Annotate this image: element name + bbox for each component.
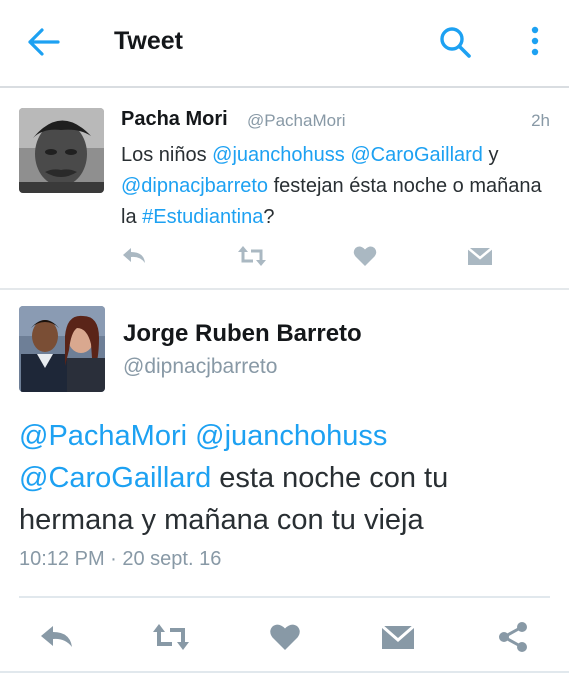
reply-button[interactable] xyxy=(120,243,148,274)
page-title: Tweet xyxy=(114,27,183,55)
divider xyxy=(19,596,550,598)
parent-action-bar xyxy=(0,243,569,273)
like-icon xyxy=(270,624,300,650)
hashtag-link[interactable]: #Estudiantina xyxy=(142,206,263,228)
tweet-text: Los niños @juanchohuss @CaroGaillard y @… xyxy=(121,140,551,233)
tweet-time: 2h xyxy=(531,111,550,130)
search-icon xyxy=(440,27,471,58)
avatar[interactable] xyxy=(19,306,105,392)
text-segment: ? xyxy=(263,206,275,228)
dm-icon xyxy=(467,247,493,265)
tweet-detail-screen: Tweet Pacha Mori @PachaMori 2h Los niños… xyxy=(0,0,569,675)
more-options-button[interactable] xyxy=(524,24,546,60)
retweet-button[interactable] xyxy=(236,243,268,274)
author-handle[interactable]: @dipnacjbarreto xyxy=(123,355,277,379)
mention-link[interactable]: @dipnacjbarreto xyxy=(121,175,268,197)
retweet-icon xyxy=(153,624,189,650)
back-button[interactable] xyxy=(26,26,62,58)
text-segment: Los niños xyxy=(121,144,213,166)
like-button[interactable] xyxy=(352,243,378,274)
search-button[interactable] xyxy=(438,25,472,59)
text-segment: y xyxy=(482,144,499,166)
arrow-left-icon xyxy=(28,28,60,56)
mention-link[interactable]: @CaroGaillard xyxy=(350,144,483,166)
retweet-button[interactable] xyxy=(150,620,192,659)
mention-link[interactable]: @juanchohuss xyxy=(195,420,387,452)
direct-message-button[interactable] xyxy=(466,243,494,274)
app-header: Tweet xyxy=(0,0,569,88)
dm-icon xyxy=(381,624,415,649)
author-name[interactable]: Jorge Ruben Barreto xyxy=(123,320,362,348)
direct-message-button[interactable] xyxy=(380,620,416,659)
share-button[interactable] xyxy=(496,620,530,659)
like-button[interactable] xyxy=(268,620,302,659)
focused-tweet: Jorge Ruben Barreto @dipnacjbarreto @Pac… xyxy=(0,290,569,675)
more-vertical-icon xyxy=(531,26,539,56)
reply-icon xyxy=(123,248,145,263)
mention-link[interactable]: @PachaMori xyxy=(19,420,187,452)
parent-tweet[interactable]: Pacha Mori @PachaMori 2h Los niños @juan… xyxy=(0,88,569,290)
author-handle[interactable]: @PachaMori xyxy=(247,111,346,131)
reply-icon xyxy=(41,626,72,647)
mention-link[interactable]: @CaroGaillard xyxy=(19,462,211,494)
tweet-text: @PachaMori @juanchohuss @CaroGaillard es… xyxy=(19,415,549,541)
text-segment xyxy=(187,420,195,452)
avatar-photo xyxy=(19,306,105,392)
avatar-photo xyxy=(19,108,104,193)
divider xyxy=(0,671,569,673)
author-name[interactable]: Pacha Mori xyxy=(121,108,228,131)
avatar[interactable] xyxy=(19,108,104,193)
like-icon xyxy=(353,246,377,266)
reply-button[interactable] xyxy=(38,620,76,659)
mention-link[interactable]: @juanchohuss xyxy=(212,144,345,166)
tweet-timestamp[interactable]: 10:12 PM · 20 sept. 16 xyxy=(19,548,221,571)
share-icon xyxy=(499,622,527,652)
retweet-icon xyxy=(238,246,266,266)
main-action-bar xyxy=(0,620,569,656)
